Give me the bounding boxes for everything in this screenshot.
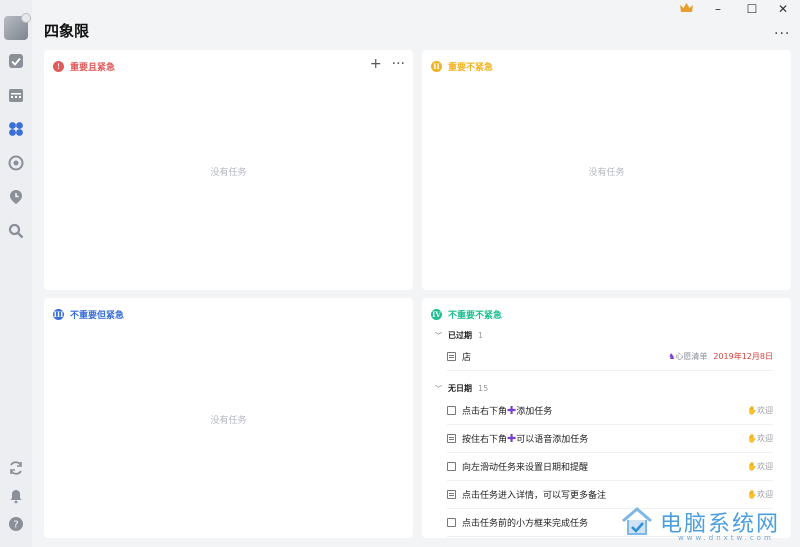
list-name: 心愿清单 [675,352,708,361]
focus-timer-icon[interactable] [7,154,25,172]
quadrant-not-important-urgent: III 不重要但紧急 没有任务 [44,298,413,538]
svg-text:?: ? [13,520,18,531]
task-title: 按住右下角✚可以语音添加任务 [462,432,589,445]
empty-state: 没有任务 [210,416,247,426]
not-important-urgent-badge-icon: III [53,308,64,320]
crown-icon[interactable] [680,3,693,13]
more-icon[interactable]: ··· [392,56,405,72]
quadrant-title: 不重要不紧急 [448,310,503,321]
task-row[interactable]: 店 ♞心愿清单 2019年12月8日 [447,343,773,371]
note-checkbox[interactable] [447,352,456,361]
avatar[interactable] [4,13,31,40]
watermark: 电脑系统网 www.dnxtw.com [620,500,780,544]
task-title: 向左滑动任务来设置日期和提醒 [462,463,589,473]
plus-icon: ✚ [507,432,517,445]
watermark-url: www.dnxtw.com [678,534,774,542]
group-count: 1 [478,331,484,340]
more-options-icon[interactable]: ··· [774,26,790,42]
thumbs-up-icon: ✋ [747,406,757,415]
group-count: 15 [478,384,489,393]
minimize-button[interactable]: – [708,2,728,16]
quadrant-title: 不重要但紧急 [70,310,125,321]
thumbs-up-icon: ✋ [747,462,757,471]
task-checkbox[interactable] [447,406,456,415]
not-important-not-urgent-badge-icon: IV [431,308,442,320]
important-not-urgent-badge-icon: II [431,60,442,72]
task-checkbox[interactable] [447,462,456,471]
task-row[interactable]: 按住右下角✚可以语音添加任务 ✋欢迎 [447,425,773,453]
task-row[interactable]: 点击右下角✚添加任务 ✋欢迎 [447,397,773,425]
checkbox-tasks-icon[interactable] [7,52,25,70]
task-checkbox[interactable] [447,518,456,527]
quadrant-important-not-urgent: II 重要不紧急 没有任务 [422,50,791,290]
group-header-overdue[interactable]: ﹀ 已过期 1 [435,330,483,341]
bell-icon[interactable] [7,487,25,505]
task-row[interactable]: 向左滑动任务来设置日期和提醒 ✋欢迎 [447,453,773,481]
sync-icon[interactable] [7,459,25,477]
maximize-button[interactable]: ☐ [742,2,762,16]
thumbs-up-icon: ✋ [747,490,757,499]
search-icon[interactable] [7,222,25,240]
note-checkbox[interactable] [447,490,456,499]
four-quadrant-icon[interactable] [7,120,25,138]
calendar-icon[interactable] [7,86,25,104]
watermark-logo-icon [622,507,652,535]
group-name: 无日期 [448,384,472,393]
help-icon[interactable]: ? [7,515,25,533]
habit-clock-icon[interactable] [7,188,25,206]
welcome-tag: ✋欢迎 [747,462,773,471]
list-tag: ♞心愿清单 [668,351,707,362]
important-urgent-badge-icon: ! [53,60,64,72]
group-header-no-date[interactable]: ﹀ 无日期 15 [435,383,488,394]
page-title: 四象限 [44,22,90,40]
quadrant-title: 重要不紧急 [448,62,494,73]
note-checkbox[interactable] [447,434,456,443]
plus-icon: ✚ [507,404,517,417]
chevron-down-icon[interactable]: ﹀ [435,384,442,394]
quadrant-important-urgent: ! 重要且紧急 + ··· 没有任务 [44,50,413,290]
quadrant-title: 重要且紧急 [70,62,116,73]
empty-state: 没有任务 [210,168,247,178]
task-title: 点击右下角✚添加任务 [462,404,553,417]
welcome-tag: ✋欢迎 [747,434,773,443]
close-button[interactable]: ✕ [773,2,793,16]
thumbs-up-icon: ✋ [747,434,757,443]
group-name: 已过期 [448,331,472,340]
welcome-tag: ✋欢迎 [747,490,773,499]
welcome-tag: ✋欢迎 [747,406,773,415]
empty-state: 没有任务 [588,168,625,178]
task-title: 店 [462,353,472,363]
chevron-down-icon[interactable]: ﹀ [435,331,442,341]
add-task-button[interactable]: + [370,56,382,72]
sidebar: ? [0,0,32,547]
task-date: 2019年12月8日 [713,352,773,361]
